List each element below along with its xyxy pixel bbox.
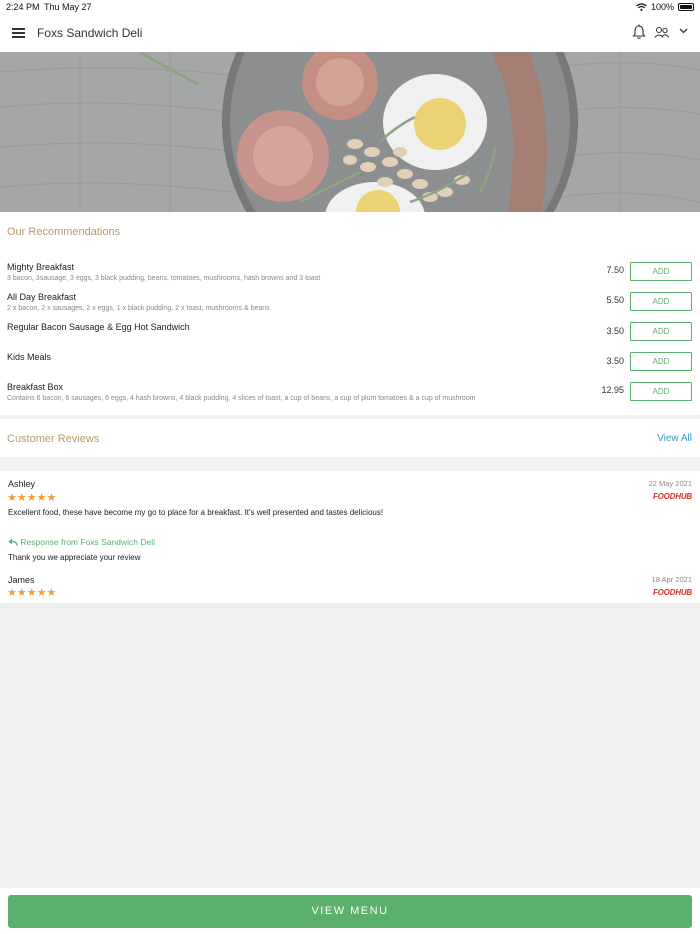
recommendation-item: Mighty Breakfast 3 bacon, 3sausage, 3 eg… [0,262,700,292]
status-bar: 2:24 PM Thu May 27 100% [0,0,700,14]
item-description: 2 x bacon, 2 x sausages, 2 x eggs, 1 x b… [7,305,270,312]
bell-icon[interactable] [632,24,646,40]
star-rating: ★★★★★ [7,492,57,504]
review-date: 22 May 2021 [648,479,692,488]
recommendations-title: Our Recommendations [7,226,121,238]
response-label: Response from Foxs Sandwich Deli [8,537,155,547]
reviewer-name: Ashley [8,479,36,489]
item-name: All Day Breakfast [7,292,77,302]
item-price: 3.50 [606,326,624,336]
item-price: 3.50 [606,356,624,366]
battery-percent: 100% [650,2,674,12]
recommendation-item: Kids Meals 3.50 ADD [0,352,700,382]
breakfast-banner-illustration [0,52,700,212]
reviews-list: Ashley ★★★★★ 22 May 2021 FOODHUB Excelle… [0,471,700,603]
recommendation-item: Regular Bacon Sausage & Egg Hot Sandwich… [0,322,700,352]
item-price: 5.50 [606,295,624,305]
app-header: Foxs Sandwich Deli [0,14,700,52]
item-description: Contains 6 bacon, 6 sausages, 6 eggs, 4 … [7,395,476,402]
foodhub-logo: FOODHUB [652,492,692,501]
review-text: Excellent food, these have become my go … [8,508,384,517]
item-description: 3 bacon, 3sausage, 3 eggs, 3 black puddi… [7,275,321,282]
add-button[interactable]: ADD [630,262,692,281]
wifi-icon [636,3,647,11]
add-button[interactable]: ADD [630,382,692,401]
view-menu-button[interactable]: VIEW MENU [8,895,692,928]
status-date: Thu May 27 [44,2,92,12]
bottom-bar: VIEW MENU [0,888,700,934]
add-button[interactable]: ADD [630,292,692,311]
item-price: 12.95 [601,385,624,395]
status-time: 2:24 PM [6,2,40,12]
add-button[interactable]: ADD [630,352,692,371]
reviews-title: Customer Reviews [7,433,100,445]
recommendation-item: All Day Breakfast 2 x bacon, 2 x sausage… [0,292,700,322]
banner-image [0,52,700,212]
add-button[interactable]: ADD [630,322,692,341]
profile-icon[interactable] [654,26,670,38]
item-name: Regular Bacon Sausage & Egg Hot Sandwich [7,322,190,332]
recommendations-section: Our Recommendations Mighty Breakfast 3 b… [0,212,700,415]
recommendation-item: Breakfast Box Contains 6 bacon, 6 sausag… [0,382,700,412]
star-rating: ★★★★★ [7,587,57,599]
reply-icon [8,538,19,546]
reviews-header: Customer Reviews View All [0,419,700,457]
chevron-down-icon[interactable] [679,28,688,34]
item-name: Kids Meals [7,352,52,362]
view-all-link[interactable]: View All [657,433,692,444]
item-name: Breakfast Box [7,382,64,392]
restaurant-title: Foxs Sandwich Deli [37,26,143,40]
response-label-text: Response from Foxs Sandwich Deli [20,537,156,547]
response-text: Thank you we appreciate your review [8,553,141,562]
foodhub-logo: FOODHUB [652,588,692,597]
status-right: 100% [636,2,694,12]
review-date: 18 Apr 2021 [651,575,692,584]
battery-icon [678,3,694,11]
menu-icon[interactable] [12,26,26,38]
item-name: Mighty Breakfast [7,262,75,272]
reviewer-name: James [8,575,35,585]
item-price: 7.50 [606,265,624,275]
